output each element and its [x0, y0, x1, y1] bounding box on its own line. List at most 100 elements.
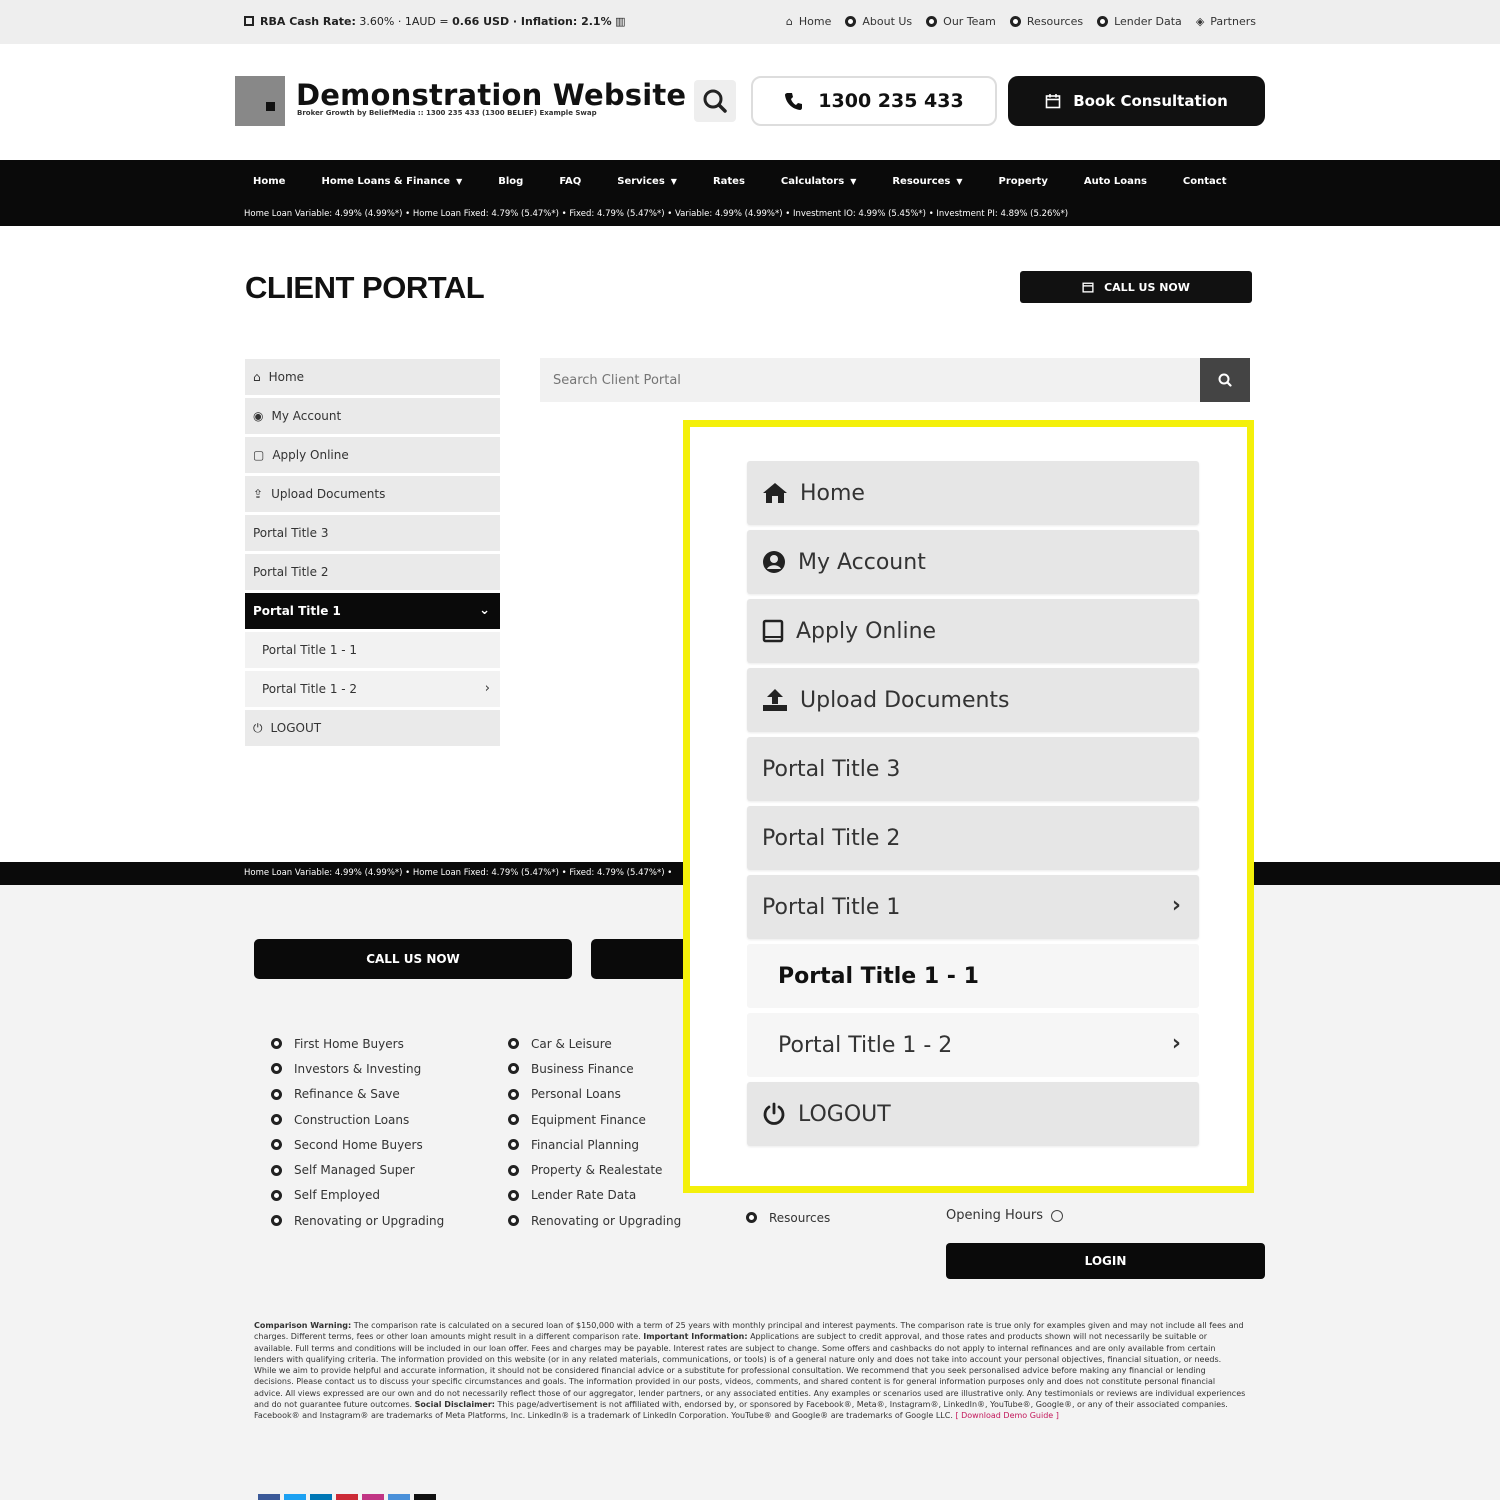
- sidebar-item-home[interactable]: ⌂ Home: [245, 359, 500, 395]
- nav-services[interactable]: Services ▼: [617, 176, 677, 187]
- site-logo[interactable]: [235, 76, 285, 126]
- footer-link[interactable]: Personal Loans: [508, 1082, 681, 1107]
- footer-link[interactable]: Resources: [746, 1205, 830, 1230]
- footer-links-col3: Resources: [746, 1205, 830, 1230]
- main-nav-items: Home Home Loans & Finance ▼ Blog FAQ Serv…: [253, 176, 1226, 187]
- main-nav: Home Home Loans & Finance ▼ Blog FAQ Serv…: [0, 160, 1500, 226]
- footer-link[interactable]: Property & Realestate: [508, 1157, 681, 1182]
- nav-property[interactable]: Property: [999, 176, 1048, 187]
- sidebar-item-my-account[interactable]: ◉ My Account: [245, 398, 500, 434]
- sidebar-subitem-portal-title-1-2[interactable]: Portal Title 1 - 2 ›: [245, 671, 500, 707]
- sidebar-item-logout[interactable]: ⏻ LOGOUT: [245, 710, 500, 746]
- footer-link[interactable]: Lender Rate Data: [508, 1183, 681, 1208]
- zoomed-portal-menu: Home My Account Apply Online Upload Docu…: [747, 461, 1199, 1151]
- zoom-item-portal-title-1[interactable]: Portal Title 1 ›: [747, 875, 1199, 939]
- instagram-icon[interactable]: [362, 1494, 384, 1500]
- topnav-about[interactable]: About Us: [845, 15, 912, 28]
- rates-value: 3.60% · 1AUD =: [359, 15, 453, 28]
- footer-link[interactable]: Renovating or Upgrading: [271, 1208, 444, 1233]
- zoom-item-label: Portal Title 1: [762, 894, 901, 920]
- nav-calculators[interactable]: Calculators ▼: [781, 176, 856, 187]
- download-guide-link[interactable]: [ Download Demo Guide ]: [955, 1411, 1058, 1420]
- footer-link[interactable]: Business Finance: [508, 1056, 681, 1081]
- footer-link[interactable]: Refinance & Save: [271, 1082, 444, 1107]
- linkedin-icon[interactable]: [310, 1494, 332, 1500]
- footer-call-us-now-button[interactable]: CALL US NOW: [254, 939, 572, 979]
- zoom-item-apply-online[interactable]: Apply Online: [747, 599, 1199, 663]
- sidebar-item-portal-title-1[interactable]: Portal Title 1 ⌄: [245, 593, 500, 629]
- home-icon: ⌂: [785, 15, 793, 28]
- zoom-item-home[interactable]: Home: [747, 461, 1199, 525]
- footer-link-label: Equipment Finance: [531, 1112, 646, 1127]
- sidebar-item-upload-documents[interactable]: ⇪ Upload Documents: [245, 476, 500, 512]
- sidebar-item-portal-title-3[interactable]: Portal Title 3: [245, 515, 500, 551]
- nav-auto-loans[interactable]: Auto Loans: [1084, 176, 1147, 187]
- topnav-home[interactable]: ⌂ Home: [786, 15, 831, 28]
- zoom-item-label: Home: [800, 480, 865, 506]
- zoom-item-portal-title-2[interactable]: Portal Title 2: [747, 806, 1199, 870]
- footer-link[interactable]: Self Employed: [271, 1183, 444, 1208]
- zoom-item-upload-documents[interactable]: Upload Documents: [747, 668, 1199, 732]
- call-us-now-button[interactable]: CALL US NOW: [1020, 271, 1252, 303]
- circle-icon: [746, 1212, 757, 1224]
- book-consultation-button[interactable]: Book Consultation: [1008, 76, 1265, 126]
- upload-icon: [763, 689, 787, 711]
- nav-contact[interactable]: Contact: [1183, 176, 1227, 187]
- nav-faq[interactable]: FAQ: [559, 176, 581, 187]
- footer-link[interactable]: Equipment Finance: [508, 1107, 681, 1132]
- nav-rates[interactable]: Rates: [713, 176, 745, 187]
- topnav-partners[interactable]: ◈ Partners: [1196, 15, 1256, 28]
- portal-search-input[interactable]: [540, 358, 1200, 402]
- portal-search-button[interactable]: [1200, 358, 1250, 402]
- footer-link[interactable]: Renovating or Upgrading: [508, 1208, 681, 1233]
- topnav-resources[interactable]: Resources: [1009, 15, 1083, 28]
- footer-link-label: Second Home Buyers: [294, 1137, 423, 1152]
- topnav-lender-data[interactable]: Lender Data: [1097, 15, 1182, 28]
- footer-link[interactable]: Car & Leisure: [508, 1031, 681, 1056]
- circle-icon: [508, 1088, 519, 1100]
- facebook-icon[interactable]: [258, 1494, 280, 1500]
- footer-link[interactable]: Construction Loans: [271, 1107, 444, 1132]
- circle-icon: [271, 1114, 282, 1126]
- nav-blog[interactable]: Blog: [498, 176, 523, 187]
- nav-resources[interactable]: Resources ▼: [892, 176, 962, 187]
- zoom-item-portal-title-3[interactable]: Portal Title 3: [747, 737, 1199, 801]
- social-icon[interactable]: [414, 1494, 436, 1500]
- circle-icon: [508, 1139, 519, 1151]
- home-icon: [763, 483, 787, 503]
- zoom-subitem-portal-title-1-2[interactable]: Portal Title 1 - 2 ›: [747, 1013, 1199, 1077]
- chevron-right-icon: ›: [484, 681, 490, 696]
- nav-home-loans[interactable]: Home Loans & Finance ▼: [321, 176, 462, 187]
- home-icon: ⌂: [253, 370, 261, 384]
- zoom-item-logout[interactable]: LOGOUT: [747, 1082, 1199, 1146]
- page-title: CLIENT PORTAL: [245, 270, 485, 305]
- twitter-icon[interactable]: [284, 1494, 306, 1500]
- sidebar-subitem-portal-title-1-1[interactable]: Portal Title 1 - 1: [245, 632, 500, 668]
- zoom-subitem-portal-title-1-1[interactable]: Portal Title 1 - 1: [747, 944, 1199, 1008]
- zoom-item-my-account[interactable]: My Account: [747, 530, 1199, 594]
- footer-link[interactable]: Financial Planning: [508, 1132, 681, 1157]
- footer-link[interactable]: Investors & Investing: [271, 1056, 444, 1081]
- social-icon[interactable]: [388, 1494, 410, 1500]
- footer-link-label: Investors & Investing: [294, 1061, 422, 1076]
- sidebar-item-apply-online[interactable]: ▢ Apply Online: [245, 437, 500, 473]
- search-icon: [1218, 373, 1232, 387]
- opening-hours[interactable]: Opening Hours: [946, 1208, 1064, 1223]
- calendar-icon: [1045, 94, 1061, 109]
- chart-icon: ▥: [615, 15, 626, 28]
- phone-button[interactable]: 1300 235 433: [751, 76, 997, 126]
- sidebar-item-portal-title-2[interactable]: Portal Title 2: [245, 554, 500, 590]
- login-button[interactable]: LOGIN: [946, 1243, 1265, 1279]
- youtube-icon[interactable]: [336, 1494, 358, 1500]
- chevron-right-icon: ›: [1171, 893, 1181, 918]
- site-title[interactable]: Demonstration Website: [296, 78, 686, 112]
- header-search-button[interactable]: [694, 80, 736, 122]
- footer-link[interactable]: First Home Buyers: [271, 1031, 444, 1056]
- tablet-icon: [762, 619, 784, 643]
- topnav-team[interactable]: Our Team: [926, 15, 996, 28]
- nav-home[interactable]: Home: [253, 176, 285, 187]
- rates-ticker: Home Loan Variable: 4.99% (4.99%*) • Hom…: [244, 209, 1069, 219]
- footer-link[interactable]: Second Home Buyers: [271, 1132, 444, 1157]
- sidebar-item-label: LOGOUT: [270, 721, 322, 735]
- footer-link[interactable]: Self Managed Super: [271, 1157, 444, 1182]
